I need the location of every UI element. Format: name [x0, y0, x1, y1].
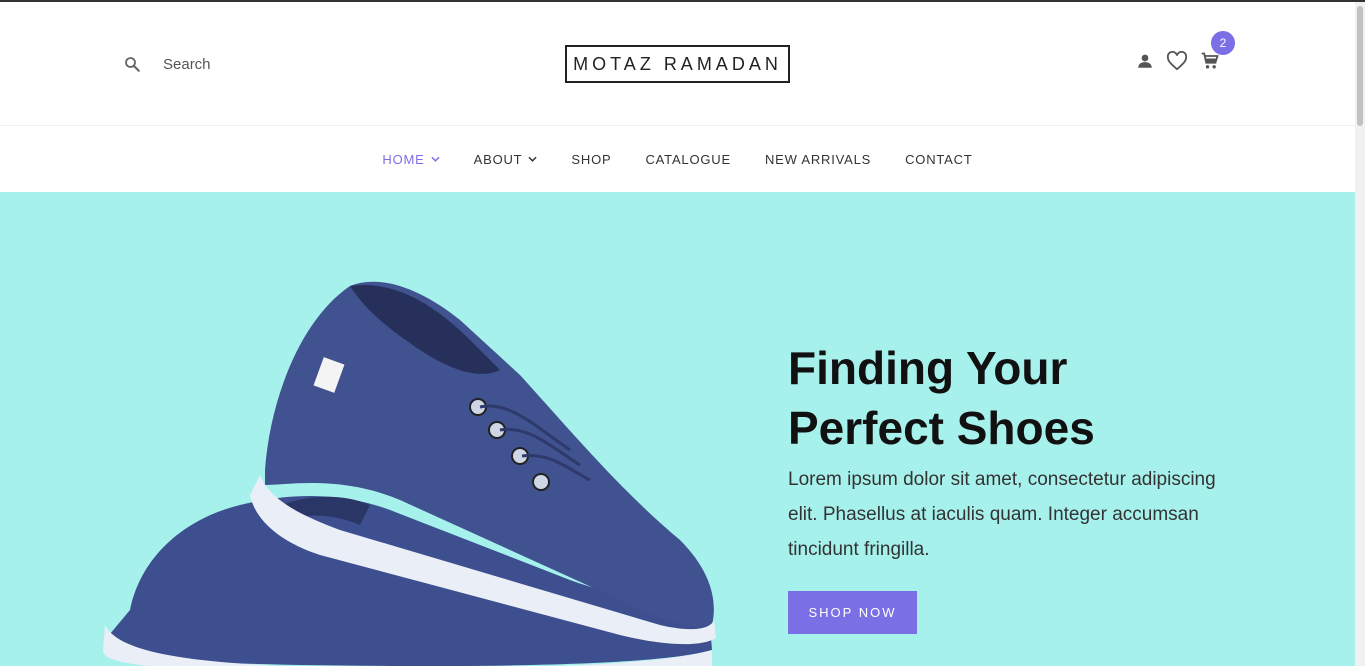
nav-item-label: CATALOGUE	[645, 151, 731, 167]
hero-title-line2: Perfect Shoes	[788, 402, 1095, 454]
hero-title-line1: Finding Your	[788, 342, 1068, 394]
hero-banner: Finding Your Perfect Shoes Lorem ipsum d…	[0, 192, 1355, 666]
cart-count-badge: 2	[1211, 31, 1235, 55]
nav-item-home[interactable]: HOME	[382, 151, 440, 167]
scrollbar-thumb[interactable]	[1357, 6, 1363, 126]
nav-item-new-arrivals[interactable]: NEW ARRIVALS	[765, 152, 871, 167]
heart-icon[interactable]	[1166, 51, 1188, 71]
user-icon[interactable]	[1136, 52, 1154, 70]
site-logo[interactable]: MOTAZ RAMADAN	[565, 45, 790, 83]
chevron-down-icon	[431, 156, 440, 162]
shop-now-button[interactable]: SHOP NOW	[788, 591, 917, 634]
header-actions: 2	[1136, 31, 1235, 74]
hero-title: Finding Your Perfect Shoes	[788, 338, 1248, 458]
nav-item-label: HOME	[382, 151, 425, 167]
nav-item-shop[interactable]: SHOP	[571, 152, 611, 167]
cart-icon	[1201, 52, 1219, 69]
search-icon[interactable]	[123, 55, 141, 73]
cart-button[interactable]: 2	[1200, 31, 1235, 71]
nav-item-label: ABOUT	[473, 151, 523, 167]
nav-item-label: CONTACT	[905, 151, 973, 167]
nav-item-label: NEW ARRIVALS	[764, 151, 872, 167]
shoe-image	[103, 281, 716, 666]
hero-description: Lorem ipsum dolor sit amet, consectetur …	[788, 469, 1216, 560]
nav-item-catalogue[interactable]: CATALOGUE	[645, 152, 730, 167]
nav-item-contact[interactable]: CONTACT	[905, 152, 972, 167]
site-header: MOTAZ RAMADAN 2	[0, 2, 1355, 126]
search-input[interactable]	[163, 55, 323, 73]
scrollbar[interactable]	[1355, 2, 1365, 666]
nav-item-about[interactable]: ABOUT	[474, 152, 538, 167]
main-nav: HOME ABOUT SHOP CATALOGUE NEW ARRIVALS C…	[0, 127, 1355, 191]
nav-item-label: SHOP	[571, 151, 612, 167]
chevron-down-icon	[528, 156, 538, 162]
search-bar[interactable]	[123, 52, 323, 76]
